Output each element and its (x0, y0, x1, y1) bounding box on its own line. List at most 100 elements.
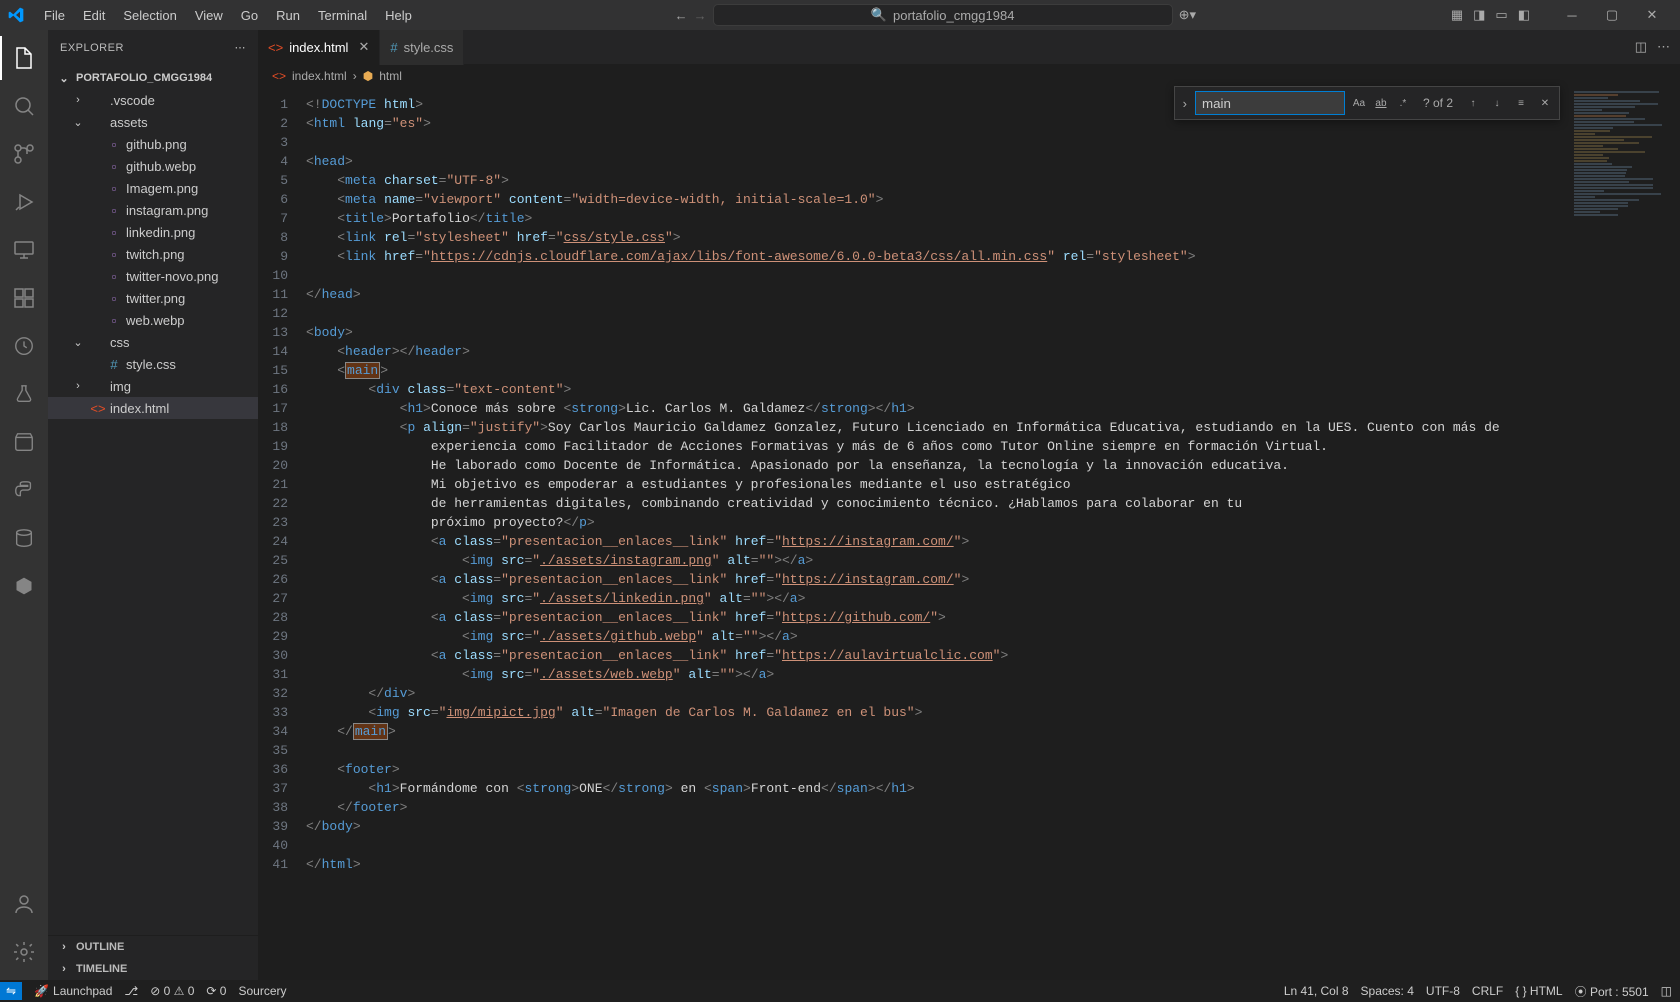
find-widget: › Aa ab .* ? of 2 ↑ ↓ ≡ ✕ (1174, 86, 1560, 120)
editor-body[interactable]: 1234567891011121314151617181920212223242… (258, 87, 1680, 980)
window-close[interactable]: ✕ (1632, 0, 1672, 30)
activity-extensions[interactable] (0, 276, 48, 320)
activity-run-debug[interactable] (0, 180, 48, 224)
outline-section[interactable]: › OUTLINE (48, 936, 258, 958)
file-index.html[interactable]: <>index.html (48, 397, 258, 419)
file-twitch.png[interactable]: ▫twitch.png (48, 243, 258, 265)
chevron-icon: › (70, 380, 86, 392)
file-github.png[interactable]: ▫github.png (48, 133, 258, 155)
whole-word-icon[interactable]: ab (1371, 93, 1391, 113)
sidebar-explorer: EXPLORER ⋯ ⌄ PORTAFOLIO_CMGG1984 ›.vscod… (48, 30, 258, 980)
activity-remote-explorer[interactable] (0, 228, 48, 272)
find-expand-icon[interactable]: › (1179, 96, 1191, 111)
nav-back-icon[interactable]: ← (675, 8, 688, 23)
activity-settings[interactable] (0, 930, 48, 974)
file-web.webp[interactable]: ▫web.webp (48, 309, 258, 331)
menu-run[interactable]: Run (268, 4, 308, 27)
status-errors[interactable]: ⊘ 0 ⚠ 0 (150, 984, 194, 998)
file-Imagem.png[interactable]: ▫Imagem.png (48, 177, 258, 199)
timeline-section[interactable]: › TIMELINE (48, 958, 258, 980)
regex-icon[interactable]: .* (1393, 93, 1413, 113)
find-next-icon[interactable]: ↓ (1487, 93, 1507, 113)
file-icon (90, 92, 106, 108)
status-notifications-icon[interactable]: ◫ (1661, 984, 1672, 998)
file-icon (90, 334, 106, 350)
close-icon[interactable]: ✕ (358, 39, 369, 55)
file-icon: ▫ (106, 158, 122, 174)
file-icon: ▫ (106, 180, 122, 196)
find-close-icon[interactable]: ✕ (1535, 93, 1555, 113)
status-ports[interactable]: ⟳ 0 (206, 984, 226, 998)
file-twitter.png[interactable]: ▫twitter.png (48, 287, 258, 309)
file-icon (90, 114, 106, 130)
tree-root[interactable]: ⌄ PORTAFOLIO_CMGG1984 (48, 67, 258, 89)
search-icon: 🔍 (871, 7, 887, 23)
file-icon: ▫ (106, 246, 122, 262)
copilot-icon[interactable]: ⊕▾ (1179, 7, 1196, 23)
status-live-server[interactable]: ⦿ Port : 5501 (1575, 983, 1649, 1000)
status-bar: ⇋ 🚀 Launchpad ⎇ ⊘ 0 ⚠ 0 ⟳ 0 Sourcery Ln … (0, 980, 1680, 1002)
folder-img[interactable]: ›img (48, 375, 258, 397)
breadcrumb-item[interactable]: index.html (292, 69, 347, 83)
file-style.css[interactable]: #style.css (48, 353, 258, 375)
status-sourcery[interactable]: Sourcery (238, 984, 286, 998)
file-instagram.png[interactable]: ▫instagram.png (48, 199, 258, 221)
find-input[interactable] (1195, 91, 1345, 115)
toggle-panel-icon[interactable]: ◨ (1473, 7, 1485, 23)
activity-search[interactable] (0, 84, 48, 128)
status-language[interactable]: { } HTML (1515, 984, 1562, 998)
toggle-sidebar-icon[interactable]: ◧ (1518, 7, 1530, 23)
toggle-bottom-icon[interactable]: ▭ (1495, 7, 1507, 23)
file-icon: ▫ (106, 136, 122, 152)
sidebar-more-icon[interactable]: ⋯ (235, 41, 247, 54)
activity-python[interactable] (0, 468, 48, 512)
file-github.webp[interactable]: ▫github.webp (48, 155, 258, 177)
activity-source-control[interactable] (0, 132, 48, 176)
menu-file[interactable]: File (36, 4, 73, 27)
status-encoding[interactable]: UTF-8 (1426, 984, 1460, 998)
folder-assets[interactable]: ⌄assets (48, 111, 258, 133)
status-remote[interactable]: ⇋ (0, 982, 22, 1000)
activity-accounts[interactable] (0, 882, 48, 926)
activity-database[interactable] (0, 516, 48, 560)
folder-.vscode[interactable]: ›.vscode (48, 89, 258, 111)
split-editor-icon[interactable]: ◫ (1635, 39, 1647, 55)
nav-forward-icon[interactable]: → (694, 8, 707, 23)
activity-gitlens[interactable] (0, 324, 48, 368)
more-actions-icon[interactable]: ⋯ (1657, 39, 1670, 55)
activity-project-manager[interactable] (0, 420, 48, 464)
code-content[interactable]: <!DOCTYPE html><html lang="es"> <head> <… (306, 87, 1570, 980)
status-branch[interactable]: ⎇ (124, 984, 138, 998)
status-cursor-position[interactable]: Ln 41, Col 8 (1284, 984, 1349, 998)
tab-style-css[interactable]: # style.css (380, 30, 464, 65)
menu-edit[interactable]: Edit (75, 4, 113, 27)
status-indentation[interactable]: Spaces: 4 (1361, 984, 1414, 998)
chevron-right-icon: › (56, 963, 72, 975)
menu-view[interactable]: View (187, 4, 231, 27)
menu-go[interactable]: Go (233, 4, 266, 27)
activity-hexagon[interactable] (0, 564, 48, 608)
breadcrumb-item[interactable]: html (379, 69, 402, 83)
layout-customize-icon[interactable]: ▦ (1451, 7, 1463, 23)
file-twitter-novo.png[interactable]: ▫twitter-novo.png (48, 265, 258, 287)
match-case-icon[interactable]: Aa (1349, 93, 1369, 113)
file-linkedin.png[interactable]: ▫linkedin.png (48, 221, 258, 243)
minimap[interactable] (1570, 87, 1680, 980)
menu-terminal[interactable]: Terminal (310, 4, 375, 27)
window-minimize[interactable]: ─ (1552, 0, 1592, 30)
status-launchpad[interactable]: 🚀 Launchpad (34, 984, 112, 998)
status-eol[interactable]: CRLF (1472, 984, 1503, 998)
activity-testing[interactable] (0, 372, 48, 416)
find-prev-icon[interactable]: ↑ (1463, 93, 1483, 113)
file-icon (90, 378, 106, 394)
tabs-bar: <> index.html ✕ # style.css ◫ ⋯ (258, 30, 1680, 65)
chevron-down-icon: ⌄ (56, 72, 72, 85)
folder-css[interactable]: ⌄css (48, 331, 258, 353)
command-center[interactable]: 🔍 portafolio_cmgg1984 (713, 4, 1173, 26)
menu-selection[interactable]: Selection (115, 4, 184, 27)
menu-help[interactable]: Help (377, 4, 420, 27)
activity-explorer[interactable] (0, 36, 48, 80)
find-selection-icon[interactable]: ≡ (1511, 93, 1531, 113)
tab-index-html[interactable]: <> index.html ✕ (258, 30, 380, 65)
window-maximize[interactable]: ▢ (1592, 0, 1632, 30)
